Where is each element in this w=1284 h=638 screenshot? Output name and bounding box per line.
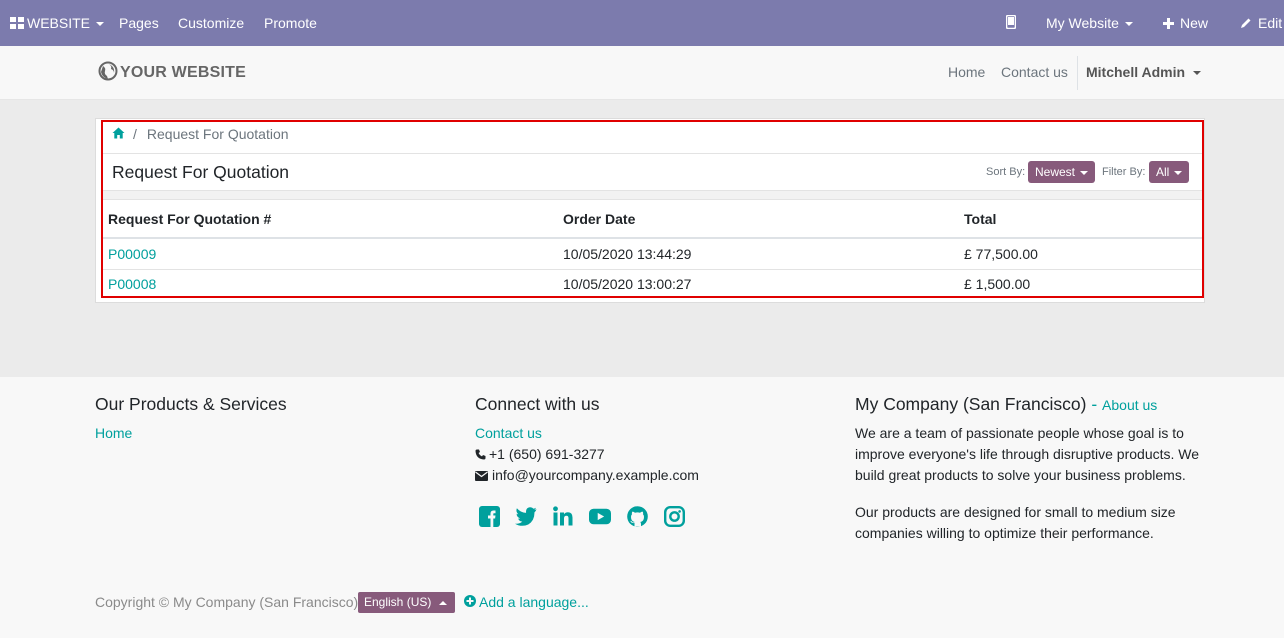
footer-company-title: My Company (San Francisco) - About us <box>855 393 1157 415</box>
sort-label: Sort By: <box>986 166 1026 178</box>
column-header-total: Total <box>964 211 997 227</box>
phone-icon <box>475 445 486 465</box>
my-website-menu[interactable]: My Website <box>1046 0 1133 46</box>
nav-contact-us[interactable]: Contact us <box>1001 46 1068 100</box>
phone-text: +1 (650) 691-3277 <box>489 446 605 462</box>
filter-value: All <box>1156 165 1170 179</box>
chevron-up-icon <box>439 600 448 605</box>
footer-connect-title: Connect with us <box>475 394 600 414</box>
admin-topbar: WEBSITE Pages Customize Promote My Websi… <box>0 0 1284 46</box>
nav-divider <box>1077 56 1078 90</box>
quotation-ref-link[interactable]: P00008 <box>108 275 156 293</box>
order-total: £ 1,500.00 <box>964 276 1031 292</box>
copyright-text: Copyright © My Company (San Francisco) <box>95 594 359 610</box>
plus-icon <box>1163 1 1174 47</box>
breadcrumb-separator: / <box>133 126 137 142</box>
pages-menu[interactable]: Pages <box>119 0 159 46</box>
table-header-divider <box>103 237 1202 239</box>
envelope-icon <box>475 466 488 486</box>
apps-grid-icon <box>10 1 24 47</box>
nav-home[interactable]: Home <box>948 46 985 100</box>
chevron-down-icon <box>1174 170 1183 175</box>
about-us-link[interactable]: About us <box>1102 397 1157 413</box>
page-title: Request For Quotation <box>112 162 290 182</box>
twitter-icon[interactable] <box>515 505 537 527</box>
divider <box>103 153 1202 154</box>
website-menu-label: WEBSITE <box>27 15 91 31</box>
filter-label: Filter By: <box>1102 166 1146 178</box>
quotation-ref-link[interactable]: P00009 <box>108 245 156 263</box>
website-menu[interactable]: WEBSITE <box>10 0 105 47</box>
filter-dropdown[interactable]: All <box>1149 161 1190 183</box>
order-date: 10/05/2020 13:44:29 <box>563 246 692 262</box>
mobile-icon <box>1005 1 1017 47</box>
language-value: English (US) <box>364 595 432 609</box>
social-links <box>478 505 685 527</box>
company-name: My Company (San Francisco) <box>855 394 1087 414</box>
promote-menu[interactable]: Promote <box>264 0 317 46</box>
user-menu[interactable]: Mitchell Admin <box>1086 46 1202 100</box>
footer-about-paragraph-2: Our products are designed for small to m… <box>855 504 1176 541</box>
order-total: £ 77,500.00 <box>964 246 1038 262</box>
globe-icon <box>98 61 120 86</box>
site-header: YOUR WEBSITE Home Contact us Mitchell Ad… <box>0 46 1284 100</box>
plus-circle-icon <box>464 592 476 612</box>
sort-dropdown[interactable]: Newest <box>1028 161 1096 183</box>
logo-text: YOUR WEBSITE <box>120 64 246 81</box>
chevron-down-icon <box>1080 170 1089 175</box>
breadcrumb: / Request For Quotation <box>112 123 289 145</box>
add-language-link[interactable]: Add a language... <box>464 592 589 612</box>
footer-about-paragraph-1: We are a team of passionate people whose… <box>855 425 1200 483</box>
chevron-down-icon <box>96 22 105 27</box>
facebook-icon[interactable] <box>478 505 500 527</box>
instagram-icon[interactable] <box>663 505 685 527</box>
chevron-down-icon <box>1193 71 1202 76</box>
new-label: New <box>1180 15 1209 31</box>
footer-home-link[interactable]: Home <box>95 423 132 443</box>
user-name: Mitchell Admin <box>1086 64 1186 80</box>
linkedin-icon[interactable] <box>552 505 574 527</box>
new-button[interactable]: New <box>1163 0 1208 46</box>
footer-phone: +1 (650) 691-3277 <box>475 444 605 464</box>
chevron-down-icon <box>1124 22 1133 27</box>
youtube-icon[interactable] <box>589 505 611 527</box>
add-language-label: Add a language... <box>479 594 589 610</box>
row-divider <box>103 269 1202 270</box>
pencil-icon <box>1240 1 1252 47</box>
edit-button[interactable]: Edit <box>1240 0 1282 46</box>
edit-label: Edit <box>1258 15 1283 31</box>
footer-contact-link[interactable]: Contact us <box>475 423 542 443</box>
email-text: info@yourcompany.example.com <box>492 467 699 483</box>
title-separator: - <box>1086 394 1103 414</box>
order-date: 10/05/2020 13:00:27 <box>563 276 692 292</box>
site-logo[interactable]: YOUR WEBSITE <box>98 61 246 86</box>
column-header-date: Order Date <box>563 211 636 227</box>
column-header-ref: Request For Quotation # <box>108 211 272 227</box>
header-band <box>103 190 1202 200</box>
language-selector[interactable]: English (US) <box>358 592 456 613</box>
home-icon[interactable] <box>112 126 125 142</box>
customize-menu[interactable]: Customize <box>178 0 244 46</box>
mobile-preview-button[interactable] <box>1005 0 1017 47</box>
footer-email[interactable]: info@yourcompany.example.com <box>475 465 699 485</box>
breadcrumb-current: Request For Quotation <box>146 126 289 142</box>
footer-products-title: Our Products & Services <box>95 394 287 414</box>
my-website-label: My Website <box>1046 15 1119 31</box>
sort-value: Newest <box>1035 165 1076 179</box>
github-icon[interactable] <box>626 505 648 527</box>
